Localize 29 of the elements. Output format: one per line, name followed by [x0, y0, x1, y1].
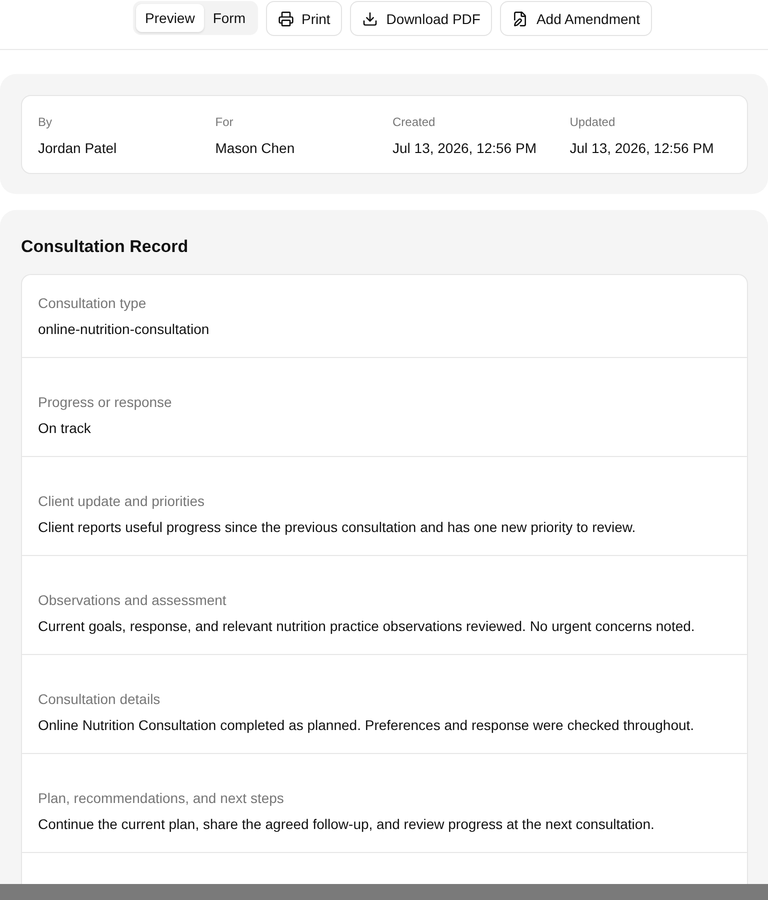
meta-value: Jul 13, 2026, 12:56 PM — [392, 139, 538, 157]
field-value: Continue the current plan, share the agreed follow-up, and review progress at the next consultation. — [38, 815, 656, 833]
record-title: Consultation Record — [21, 236, 190, 258]
field-value: Client reports useful progress since the previous consultation and has one new priority to review. — [38, 518, 637, 536]
print-button[interactable]: Print — [266, 1, 342, 36]
field-label: Client update and priorities — [38, 492, 206, 510]
meta-label: For — [215, 114, 234, 130]
meta-value: Jul 13, 2026, 12:56 PM — [570, 139, 715, 157]
download-icon — [362, 10, 378, 26]
field-value: Online Nutrition Consultation completed as planned. Preferences and response were checked throughout. — [38, 716, 696, 734]
view-tab[interactable]: Form — [204, 4, 254, 32]
field-label: Progress or response — [38, 393, 173, 411]
meta-label: By — [38, 114, 54, 130]
view-tab[interactable]: Preview — [136, 4, 204, 32]
field-label: Consultation type — [38, 294, 148, 312]
meta-value: Jordan Patel — [38, 139, 118, 157]
file-pen-icon — [512, 10, 528, 26]
printer-icon — [278, 10, 294, 26]
meta-label: Created — [392, 114, 436, 130]
field-value: On track — [38, 419, 92, 437]
field-label: Consultation details — [38, 690, 162, 708]
amendment-button[interactable]: Add Amendment — [500, 1, 652, 36]
field-label: Observations and assessment — [38, 591, 228, 609]
meta-value: Mason Chen — [215, 139, 296, 157]
download-button[interactable]: Download PDF — [350, 1, 492, 36]
meta-label: Updated — [570, 114, 616, 130]
field-label: Plan, recommendations, and next steps — [38, 789, 285, 807]
field-value: online-nutrition-consultation — [38, 320, 210, 338]
field-value: Current goals, response, and relevant nutrition practice observations reviewed. No urgent concerns noted. — [38, 617, 696, 635]
